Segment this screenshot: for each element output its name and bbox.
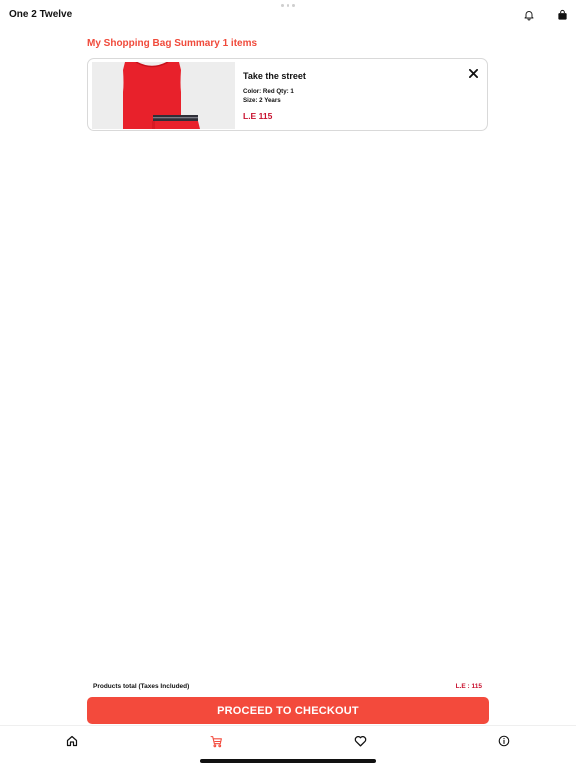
- product-size: Size: 2 Years: [243, 97, 281, 104]
- info-icon: [498, 735, 510, 747]
- tab-info[interactable]: [496, 733, 512, 749]
- proceed-to-checkout-button[interactable]: PROCEED TO CHECKOUT: [87, 697, 489, 724]
- remove-item-button[interactable]: [466, 66, 480, 80]
- app-title: One 2 Twelve: [9, 9, 73, 20]
- bell-icon[interactable]: [522, 8, 536, 22]
- app-header: One 2 Twelve: [0, 0, 576, 32]
- tab-home[interactable]: [64, 733, 80, 749]
- product-image[interactable]: [92, 62, 235, 129]
- tab-cart[interactable]: [208, 733, 224, 749]
- cart-item-card[interactable]: Take the street Color: Red Qty: 1 Size: …: [87, 58, 488, 131]
- close-icon: [468, 68, 478, 78]
- products-total-row: Products total (Taxes Included) L.E : 11…: [93, 680, 482, 692]
- shopping-bag-summary-title: My Shopping Bag Summary 1 items: [87, 38, 258, 49]
- home-indicator[interactable]: [200, 759, 376, 763]
- products-total-value: L.E : 115: [455, 682, 482, 690]
- product-price: L.E 115: [243, 111, 273, 121]
- product-name[interactable]: Take the street: [243, 71, 306, 81]
- products-total-label: Products total (Taxes Included): [93, 682, 190, 690]
- home-icon: [66, 735, 78, 747]
- heart-icon: [354, 736, 366, 747]
- shopping-bag-icon[interactable]: [555, 8, 569, 22]
- cart-icon: [210, 735, 222, 747]
- product-color-qty: Color: Red Qty: 1: [243, 88, 294, 95]
- tab-wishlist[interactable]: [352, 733, 368, 749]
